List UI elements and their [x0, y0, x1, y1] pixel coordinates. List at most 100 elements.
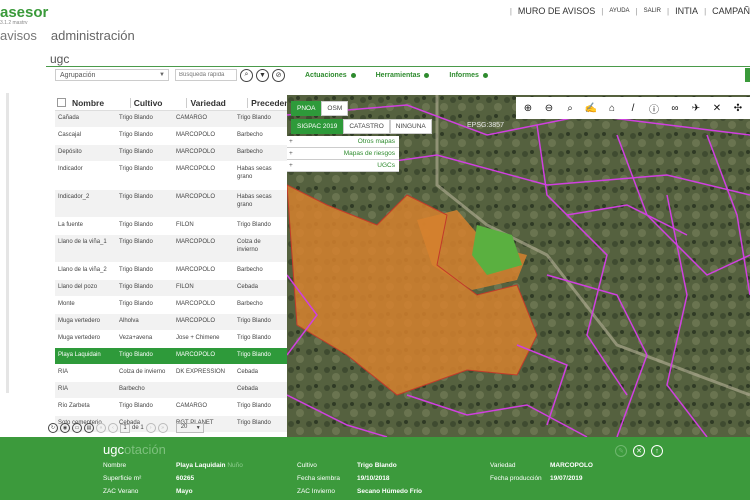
- ugc-search-input[interactable]: [46, 52, 750, 67]
- cell-precedente: Barbecho: [237, 132, 263, 138]
- help-link[interactable]: AYUDA: [609, 8, 629, 14]
- page-input[interactable]: 1: [120, 423, 130, 433]
- cell-cultivo: Trigo Blando: [119, 284, 153, 290]
- table-row[interactable]: RIA Barbecho Cebada: [55, 382, 287, 399]
- tab-pnoa[interactable]: PNOA: [291, 101, 322, 116]
- overlay-layer-tabs: SIGPAC 2019 CATASTRO NINGUNA: [291, 119, 432, 134]
- wall-link[interactable]: MURO DE AVISOS: [518, 6, 595, 16]
- col-precedente[interactable]: Precedente: [247, 97, 287, 108]
- label-zac-invierno: ZAC Invierno: [297, 488, 335, 495]
- home-icon[interactable]: ⌂: [605, 103, 619, 114]
- cell-precedente: Trigo Blando: [237, 222, 271, 228]
- table-row[interactable]: Cañada Trigo Blando CAMARGO Trigo Blando: [55, 111, 287, 128]
- campaign-selector[interactable]: CAMPAÑ: [712, 6, 750, 16]
- side-panel-tab[interactable]: [745, 68, 750, 82]
- col-nombre[interactable]: Nombre: [72, 98, 130, 108]
- value-zac-invierno: Secano Húmedo Frío: [357, 488, 423, 495]
- logout-link[interactable]: SALIR: [644, 8, 661, 14]
- menu-ugcs[interactable]: + UGCs: [287, 160, 399, 172]
- table-row[interactable]: Depósito Trigo Blando MARCOPOLO Barbecho: [55, 145, 287, 162]
- zoom-extent-icon[interactable]: ⌕: [563, 103, 577, 114]
- table-row[interactable]: Playa Laquidain Trigo Blando MARCOPOLO Trig…: [55, 348, 287, 365]
- table-row[interactable]: Muga vertedero Alholva MARCOPOLO Trigo Blan…: [55, 314, 287, 331]
- section-avisos[interactable]: avisos: [0, 28, 37, 43]
- search-icon[interactable]: ⌕: [240, 68, 253, 82]
- cell-precedente: Trigo Blando: [237, 115, 271, 121]
- cell-nombre: Playa Laquidain: [58, 352, 101, 358]
- menu-mapas-riesgos[interactable]: + Mapas de riesgos: [287, 148, 399, 160]
- next-page-icon[interactable]: ›: [145, 423, 156, 433]
- menu-actuaciones[interactable]: Actuaciones: [305, 72, 356, 79]
- user-name[interactable]: INTIA: [675, 6, 698, 16]
- cell-precedente: Trigo Blando: [237, 335, 271, 341]
- cell-nombre: Llano de la viña_1: [58, 239, 107, 245]
- dot-icon: [350, 72, 356, 78]
- menu-informes[interactable]: Informes: [449, 72, 488, 79]
- table-row[interactable]: Indicador_2 Trigo Blando MARCOPOLO Habas se…: [55, 190, 287, 218]
- refresh-icon[interactable]: ↻: [48, 423, 58, 433]
- cell-nombre: RIA: [58, 386, 69, 392]
- last-page-icon[interactable]: »: [157, 423, 168, 433]
- table-row[interactable]: Muga vertedero Veza+avena Jose + Chimene Tr…: [55, 331, 287, 348]
- clear-filter-icon[interactable]: ⊘: [272, 68, 285, 82]
- col-cultivo[interactable]: Cultivo: [129, 97, 187, 108]
- ugc-table: Nombre Cultivo Variedad Precedente Cañad…: [55, 95, 287, 433]
- tab-ninguna[interactable]: NINGUNA: [389, 119, 432, 134]
- cell-variedad: MARCOPOLO: [176, 267, 216, 273]
- table-row[interactable]: Río Zarbeta Trigo Blando CAMARGO Trigo Blan…: [55, 399, 287, 416]
- cell-precedente: Trigo Blando: [237, 352, 271, 358]
- info-icon[interactable]: ⓘ: [647, 101, 661, 116]
- top-nav: | MURO DE AVISOS | AYUDA | SALIR | INTIA…: [509, 6, 750, 16]
- table-row[interactable]: Llano de la viña_1 Trigo Blando MARCOPOLO C…: [55, 235, 287, 263]
- ruler-icon[interactable]: /: [626, 103, 640, 114]
- projection-label: EPSG:3857: [467, 122, 504, 129]
- close-icon[interactable]: ✕: [633, 445, 645, 457]
- draw-icon[interactable]: ✍: [584, 103, 598, 114]
- satellite-icon[interactable]: ✈: [689, 103, 703, 114]
- section-administracion[interactable]: administración: [51, 28, 135, 43]
- satellite-off-icon[interactable]: ✕: [710, 103, 724, 114]
- col-variedad[interactable]: Variedad: [186, 97, 247, 108]
- select-all-checkbox[interactable]: [57, 98, 66, 107]
- scrollbar[interactable]: [6, 93, 9, 393]
- first-page-icon[interactable]: «: [96, 423, 106, 433]
- tab-sigpac[interactable]: SIGPAC 2019: [291, 119, 344, 134]
- dot-icon: [424, 72, 430, 78]
- quick-search-input[interactable]: [175, 69, 237, 81]
- map-view[interactable]: PNOA OSM SIGPAC 2019 CATASTRO NINGUNA + O…: [287, 95, 750, 437]
- menu-otros-mapas[interactable]: + Otros mapas: [287, 136, 399, 148]
- view-icon[interactable]: ◉: [60, 423, 70, 433]
- delete-icon[interactable]: ▤: [84, 423, 94, 433]
- cell-variedad: MARCOPOLO: [176, 301, 216, 307]
- map-toolbar: ⊕ ⊖ ⌕ ✍ ⌂ / ⓘ ∞ ✈ ✕ ✣: [516, 97, 750, 119]
- table-row[interactable]: Llano del pozo Trigo Blando FILON Cebada: [55, 280, 287, 297]
- value-siembra: 19/10/2018: [357, 475, 390, 482]
- dot-icon: [482, 72, 488, 78]
- tab-catastro[interactable]: CATASTRO: [343, 119, 390, 134]
- table-row[interactable]: Monte Trigo Blando MARCOPOLO Barbecho: [55, 297, 287, 314]
- zoom-in-icon[interactable]: ⊕: [521, 103, 535, 114]
- cell-cultivo: Trigo Blando: [119, 267, 153, 273]
- page-size-select[interactable]: 20 ▼: [175, 423, 204, 433]
- table-row[interactable]: Llano de la viña_2 Trigo Blando MARCOPOLO B…: [55, 263, 287, 280]
- table-row[interactable]: Cascajal Trigo Blando MARCOPOLO Barbecho: [55, 128, 287, 145]
- filter-icon[interactable]: ▼: [256, 68, 269, 82]
- drone-icon[interactable]: ✣: [731, 103, 745, 114]
- table-row[interactable]: La fuente Trigo Blando FILON Trigo Blando: [55, 218, 287, 235]
- export-icon[interactable]: ▭: [72, 423, 82, 433]
- table-row[interactable]: Indicador Trigo Blando MARCOPOLO Habas seca…: [55, 162, 287, 190]
- menu-herramientas[interactable]: Herramientas: [376, 72, 430, 79]
- cell-nombre: Cascajal: [58, 132, 82, 138]
- collapse-icon[interactable]: ↑: [651, 445, 663, 457]
- zoom-out-icon[interactable]: ⊖: [542, 103, 556, 114]
- table-row[interactable]: RIA Colza de invierno DK EXPRESSION Cebada: [55, 365, 287, 382]
- cell-nombre: RIA: [58, 369, 69, 375]
- binoculars-icon[interactable]: ∞: [668, 103, 682, 114]
- group-select[interactable]: Agrupación ▼: [55, 69, 169, 81]
- tab-osm[interactable]: OSM: [321, 101, 349, 116]
- prev-page-icon[interactable]: ‹: [108, 423, 118, 433]
- cell-nombre: Depósito: [58, 149, 82, 155]
- cell-cultivo: Trigo Blando: [119, 352, 153, 358]
- edit-icon[interactable]: ✎: [615, 445, 627, 457]
- section-nav: avisos administración: [0, 28, 135, 43]
